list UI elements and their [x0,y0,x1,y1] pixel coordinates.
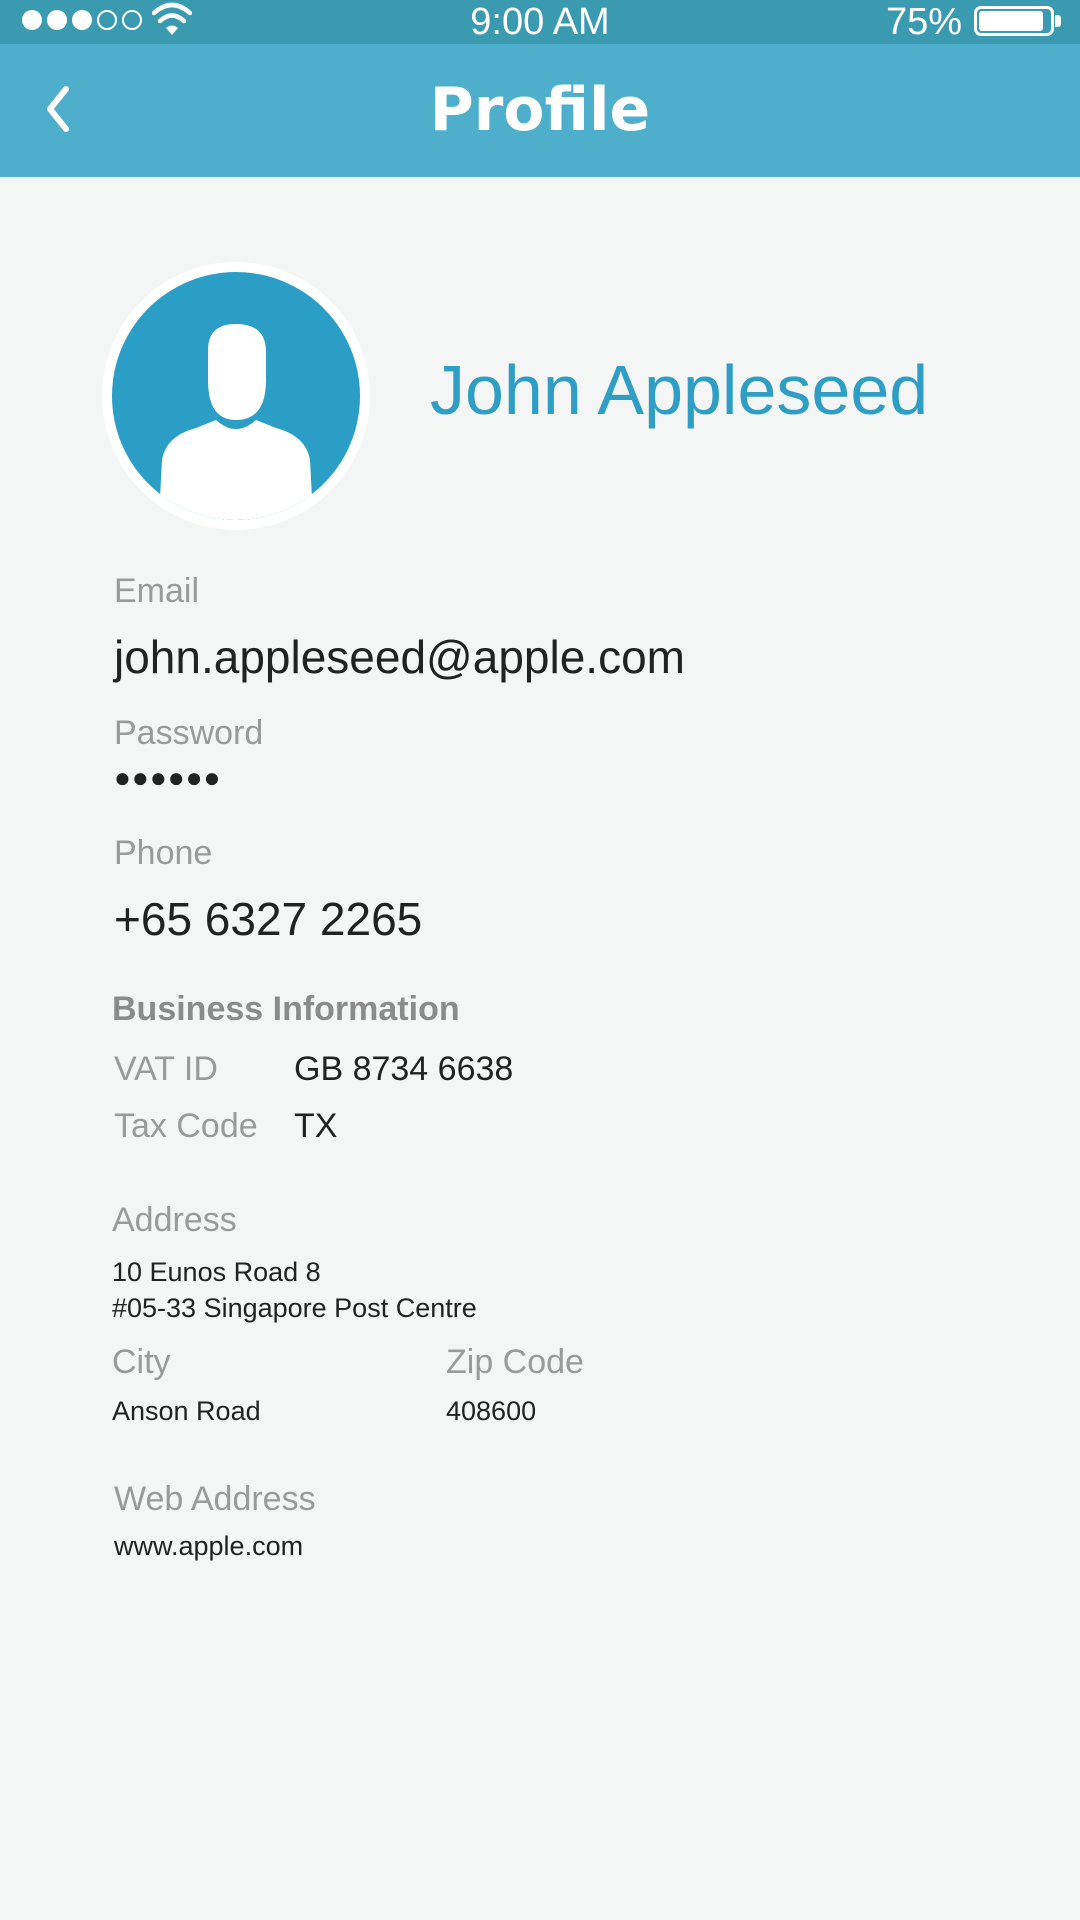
phone-value[interactable]: +65 6327 2265 [114,892,422,946]
phone-label: Phone [114,834,213,872]
email-value[interactable]: john.appleseed@apple.com [114,630,685,684]
city-label: City [112,1343,171,1381]
address-label: Address [112,1201,237,1239]
web-address-value[interactable]: www.apple.com [114,1531,303,1562]
battery-icon [974,6,1054,36]
user-silhouette-icon [160,324,312,520]
web-address-label: Web Address [114,1480,316,1518]
business-section-title: Business Information [112,990,460,1028]
zip-code-value[interactable]: 408600 [446,1396,536,1427]
battery-level [979,11,1044,31]
address-line2[interactable]: #05-33 Singapore Post Centre [112,1293,477,1324]
address-line1[interactable]: 10 Eunos Road 8 [112,1257,321,1288]
vat-id-label: VAT ID [114,1050,218,1088]
email-label: Email [114,572,200,610]
zip-code-label: Zip Code [446,1343,584,1381]
status-bar: 9:00 AM 75% [0,0,1080,44]
battery-percent: 75% [885,1,962,43]
password-label: Password [114,714,264,752]
avatar[interactable] [102,262,370,530]
password-value[interactable]: ●●●●●● [114,762,221,794]
profile-name: John Appleseed [430,351,929,429]
avatar-circle [112,272,360,520]
nav-bar: Profile [0,44,1080,177]
page-title: Profile [429,75,651,145]
city-value[interactable]: Anson Road [112,1396,261,1427]
battery-cap [1055,15,1061,27]
tax-code-label: Tax Code [114,1107,258,1145]
vat-id-value[interactable]: GB 8734 6638 [294,1050,513,1089]
tax-code-value[interactable]: TX [294,1107,337,1146]
